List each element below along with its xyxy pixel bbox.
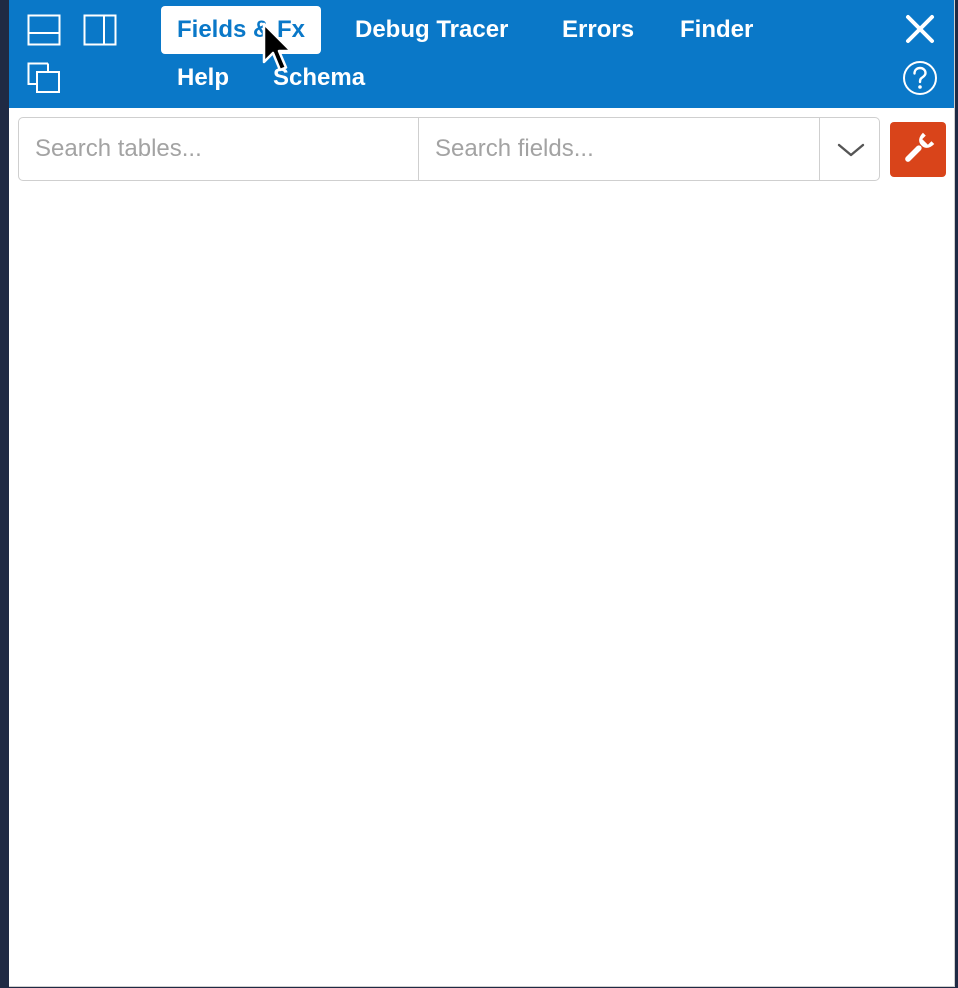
search-tables-input[interactable] — [19, 118, 418, 180]
pop-out-icon[interactable] — [27, 62, 61, 94]
tools-button[interactable] — [890, 122, 946, 177]
tab-errors[interactable]: Errors — [562, 6, 634, 54]
tab-schema[interactable]: Schema — [273, 54, 365, 102]
tab-fields-fx[interactable]: Fields & Fx — [161, 6, 322, 54]
dock-bottom-icon[interactable] — [27, 14, 61, 46]
devtools-panel: Fields & Fx Debug Tracer Errors Finder H… — [9, 0, 955, 987]
chevron-down-icon — [837, 142, 865, 163]
search-fields-input[interactable] — [419, 118, 819, 180]
tab-finder[interactable]: Finder — [680, 6, 753, 54]
wrench-icon — [899, 130, 937, 173]
tab-debug-tracer[interactable]: Debug Tracer — [355, 6, 508, 54]
dock-right-icon[interactable] — [83, 14, 117, 46]
top-toolbar: Fields & Fx Debug Tracer Errors Finder H… — [9, 0, 954, 108]
content-area — [9, 190, 954, 986]
close-icon[interactable] — [905, 14, 935, 44]
tab-help[interactable]: Help — [177, 54, 229, 102]
help-icon[interactable] — [902, 60, 938, 96]
search-bar — [18, 117, 880, 181]
fields-dropdown-button[interactable] — [820, 118, 880, 180]
